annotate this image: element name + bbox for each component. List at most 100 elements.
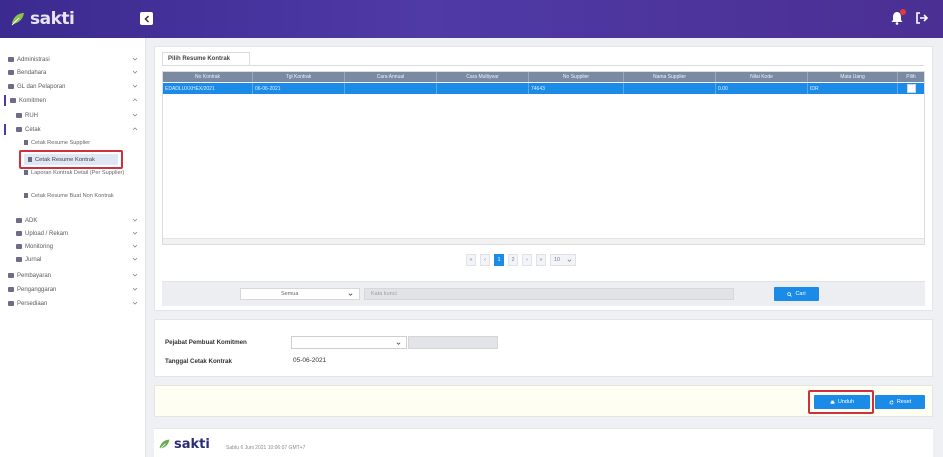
app-logo[interactable]: sakti xyxy=(10,8,75,30)
sidebar-item-label: Cetak Resume Supplier xyxy=(31,140,91,146)
tab-divider xyxy=(162,65,924,66)
table-header: No Kontrak Tgl Kontrak Cara Annual Cara … xyxy=(163,72,924,82)
page-button[interactable]: 1 xyxy=(494,254,504,266)
column-header[interactable]: Tgl Kontrak xyxy=(253,72,345,82)
app-name: sakti xyxy=(30,9,75,29)
column-header[interactable]: No Kontrak xyxy=(163,72,253,82)
table-cell: IDR xyxy=(808,83,898,94)
leaf-icon xyxy=(159,439,170,450)
chevron-down-icon xyxy=(132,243,138,249)
sidebar-item-upload-rekam[interactable]: Upload / Rekam xyxy=(0,228,146,239)
sidebar-item-label: Monitoring xyxy=(25,243,54,250)
tab-pilih-resume-kontrak[interactable]: Pilih Resume Kontrak xyxy=(162,52,250,65)
sidebar-item-monitoring[interactable]: Monitoring xyxy=(0,241,146,252)
folder-icon xyxy=(16,244,22,249)
chevron-down-icon xyxy=(396,341,401,346)
search-input[interactable]: Kata kunci xyxy=(364,288,734,300)
file-icon xyxy=(24,140,28,145)
page-size-select[interactable]: 10 xyxy=(550,254,576,266)
sidebar-item-gl-pelaporan[interactable]: GL dan Pelaporan xyxy=(0,81,146,92)
sidebar-item-cetak-resume-kontrak[interactable]: Cetak Resume Kontrak xyxy=(24,154,118,165)
sidebar-item-label: Cetak xyxy=(25,126,41,133)
row-checkbox-cell xyxy=(898,83,924,94)
table-cell xyxy=(624,83,716,94)
ppk-select[interactable] xyxy=(291,336,407,349)
sidebar-item-label: Cetak Resume Buat Non Kontrak xyxy=(31,193,114,199)
sidebar-item-ruh[interactable]: RUH xyxy=(0,110,146,121)
folder-icon xyxy=(16,218,22,223)
table-cell xyxy=(437,83,529,94)
sidebar-item-cetak-resume-supplier[interactable]: Cetak Resume Supplier xyxy=(24,139,134,147)
tanggal-cetak-label: Tanggal Cetak Kontrak xyxy=(165,358,232,365)
sidebar-item-adk[interactable]: ADK xyxy=(0,215,146,226)
sidebar-item-label: Persediaan xyxy=(17,300,48,307)
next-page-button[interactable]: › xyxy=(522,254,532,266)
sidebar-item-jurnal[interactable]: Jurnal xyxy=(0,254,146,265)
sidebar-item-label: Administrasi xyxy=(17,56,50,63)
column-header[interactable]: Nilai Kode xyxy=(716,72,808,82)
folder-icon xyxy=(16,231,22,236)
logout-icon xyxy=(916,12,929,24)
print-icon xyxy=(830,400,835,404)
column-header[interactable]: Cara Multiyear xyxy=(437,72,529,82)
sidebar-collapse-button[interactable] xyxy=(140,12,153,25)
row-checkbox[interactable] xyxy=(906,84,916,93)
ppk-name-field xyxy=(408,336,498,349)
reset-button[interactable]: Reset xyxy=(875,395,925,409)
folder-icon xyxy=(10,98,16,103)
ppk-label: Pejabat Pembuat Komitmen xyxy=(165,339,247,346)
chevron-down-icon xyxy=(132,256,138,262)
print-button[interactable]: Unduh xyxy=(814,395,870,409)
footer-logo: sakti xyxy=(158,437,210,452)
column-header[interactable]: No Supplier xyxy=(529,72,624,82)
folder-icon xyxy=(16,113,22,118)
sidebar-item-label: Laporan Kontrak Detail (Per Supplier) xyxy=(31,170,125,176)
sidebar-item-cetak-resume-non-kontrak[interactable]: Cetak Resume Buat Non Kontrak xyxy=(24,192,134,200)
sidebar-item-bendahara[interactable]: Bendahara xyxy=(0,67,146,78)
horizontal-scrollbar[interactable] xyxy=(163,238,924,244)
sidebar-item-komitmen[interactable]: Komitmen xyxy=(0,95,146,106)
sidebar-item-persediaan[interactable]: Persediaan xyxy=(0,298,146,309)
sidebar-item-label: Upload / Rekam xyxy=(25,230,69,237)
chevron-up-icon xyxy=(132,97,138,103)
folder-icon xyxy=(8,84,14,89)
page-size-value: 10 xyxy=(554,257,561,263)
filter-select[interactable]: Semua xyxy=(240,288,360,300)
sidebar-item-label: GL dan Pelaporan xyxy=(17,83,66,90)
print-button-label: Unduh xyxy=(837,399,855,405)
folder-icon xyxy=(8,57,14,62)
file-icon xyxy=(24,170,28,175)
chevron-down-icon xyxy=(132,286,138,292)
chevron-up-icon xyxy=(132,126,138,132)
last-page-button[interactable]: » xyxy=(536,254,546,266)
table-cell: EDADLUXXHEX/2021 xyxy=(163,83,253,94)
chevron-down-icon xyxy=(132,230,138,236)
search-icon xyxy=(787,291,793,297)
chevron-down-icon xyxy=(132,300,138,306)
sidebar: Administrasi Bendahara GL dan Pelaporan … xyxy=(0,38,146,457)
table-cell xyxy=(345,83,437,94)
column-header[interactable]: Nama Supplier xyxy=(624,72,716,82)
notification-button[interactable] xyxy=(890,9,906,25)
chevron-down-icon xyxy=(132,56,138,62)
column-header[interactable]: Pilih xyxy=(898,72,924,82)
first-page-button[interactable]: « xyxy=(466,254,476,266)
sidebar-item-penganggaran[interactable]: Penganggaran xyxy=(0,284,146,295)
logout-button[interactable] xyxy=(915,11,929,25)
sidebar-item-pembayaran[interactable]: Pembayaran xyxy=(0,270,146,281)
sidebar-item-laporan-kontrak-detail[interactable]: Laporan Kontrak Detail (Per Supplier) xyxy=(24,169,134,177)
table-cell: 06-06-2021 xyxy=(253,83,345,94)
prev-page-button[interactable]: ‹ xyxy=(480,254,490,266)
table-cell: 0.00 xyxy=(716,83,808,94)
footer-info: Sabtu 6 Juni 2021 10:06:07 GMT+7 xyxy=(226,445,306,451)
sidebar-item-cetak[interactable]: Cetak xyxy=(0,124,146,135)
column-header[interactable]: Cara Annual xyxy=(345,72,437,82)
sidebar-item-administrasi[interactable]: Administrasi xyxy=(0,54,146,65)
page-button[interactable]: 2 xyxy=(508,254,518,266)
pagination: « ‹ 1 2 › » 10 xyxy=(466,254,576,266)
table-row[interactable]: EDADLUXXHEX/2021 06-06-2021 74643 0.00 I… xyxy=(163,83,924,94)
folder-icon xyxy=(8,287,14,292)
top-navbar: sakti xyxy=(0,0,943,38)
search-button[interactable]: Cari xyxy=(774,287,819,301)
column-header[interactable]: Mata Uang xyxy=(808,72,898,82)
